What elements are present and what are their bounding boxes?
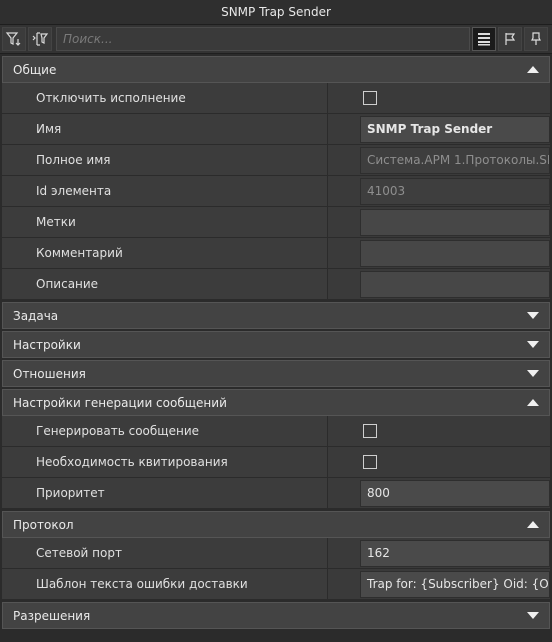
property-label: Отключить исполнение (2, 83, 328, 113)
filter-button[interactable] (2, 27, 26, 51)
property-row-name: Имя SNMP Trap Sender (2, 114, 550, 145)
property-label: Id элемента (2, 176, 328, 206)
section-protocol: Протокол Сетевой порт 162 Шаблон текста … (2, 511, 550, 600)
list-icon (478, 33, 490, 46)
property-label: Описание (2, 269, 328, 299)
chevron-down-icon[interactable] (527, 370, 539, 378)
property-row-description: Описание (2, 269, 550, 300)
generate-message-checkbox[interactable] (363, 424, 377, 438)
search-input[interactable] (56, 27, 470, 51)
property-label: Шаблон текста ошибки доставки (2, 569, 328, 599)
section-header-settings[interactable]: Настройки (2, 331, 550, 358)
section-header-permissions[interactable]: Разрешения (2, 602, 550, 629)
property-label: Приоритет (2, 478, 328, 508)
clear-filter-icon (32, 32, 49, 46)
window-title-bar: SNMP Trap Sender (0, 0, 552, 25)
section-title: Разрешения (13, 608, 91, 623)
pin-button[interactable] (524, 27, 548, 51)
section-settings: Настройки (2, 331, 550, 358)
chevron-down-icon[interactable] (527, 312, 539, 320)
chevron-down-icon[interactable] (527, 612, 539, 620)
section-title: Задача (13, 308, 59, 323)
section-title: Настройки генерации сообщений (13, 395, 227, 410)
section-header-general[interactable]: Общие (2, 56, 550, 83)
comment-field[interactable] (360, 239, 550, 267)
property-row-template: Шаблон текста ошибки доставки Trap for: … (2, 569, 550, 600)
description-field[interactable] (360, 270, 550, 298)
element-id-field: 41003 (360, 177, 550, 205)
property-label: Метки (2, 207, 328, 237)
section-relations: Отношения (2, 360, 550, 387)
section-title: Настройки (13, 337, 81, 352)
pin-icon (531, 32, 541, 45)
tags-field[interactable] (360, 208, 550, 236)
section-header-relations[interactable]: Отношения (2, 360, 550, 387)
flag-button[interactable] (498, 27, 522, 51)
disable-execution-checkbox[interactable] (363, 91, 377, 105)
property-row-fullname: Полное имя Система.АРМ 1.Протоколы.SNMP … (2, 145, 550, 176)
property-label: Сетевой порт (2, 538, 328, 568)
property-row-disable: Отключить исполнение (2, 83, 550, 114)
section-message-generation: Настройки генерации сообщений Генерирова… (2, 389, 550, 509)
fullname-field: Система.АРМ 1.Протоколы.SNMP Trap Sender (360, 146, 550, 174)
network-port-field[interactable]: 162 (360, 539, 550, 567)
filter-icon (5, 32, 21, 46)
section-header-task[interactable]: Задача (2, 302, 550, 329)
delivery-error-template-field[interactable]: Trap for: {Subscriber} Oid: {OidTrap} (360, 570, 550, 598)
flag-icon (505, 33, 516, 45)
list-view-button[interactable] (472, 27, 496, 51)
section-header-message-generation[interactable]: Настройки генерации сообщений (2, 389, 550, 416)
acknowledge-required-checkbox[interactable] (363, 455, 377, 469)
property-row-ack: Необходимость квитирования (2, 447, 550, 478)
property-row-id: Id элемента 41003 (2, 176, 550, 207)
property-label: Имя (2, 114, 328, 144)
chevron-up-icon[interactable] (527, 399, 539, 407)
priority-field[interactable]: 800 (360, 479, 550, 507)
chevron-down-icon[interactable] (527, 341, 539, 349)
window-title: SNMP Trap Sender (221, 5, 331, 19)
name-field[interactable]: SNMP Trap Sender (360, 115, 550, 143)
section-task: Задача (2, 302, 550, 329)
property-row-tags: Метки (2, 207, 550, 238)
property-row-priority: Приоритет 800 (2, 478, 550, 509)
property-label: Необходимость квитирования (2, 447, 328, 477)
section-title: Отношения (13, 366, 86, 381)
reset-filter-button[interactable] (28, 27, 52, 51)
section-general: Общие Отключить исполнение Имя SNMP Trap… (2, 56, 550, 300)
section-title: Протокол (13, 517, 74, 532)
section-header-protocol[interactable]: Протокол (2, 511, 550, 538)
property-label: Комментарий (2, 238, 328, 268)
property-label: Генерировать сообщение (2, 416, 328, 446)
section-permissions: Разрешения (2, 602, 550, 629)
chevron-up-icon[interactable] (527, 66, 539, 74)
property-row-port: Сетевой порт 162 (2, 538, 550, 569)
property-row-generate: Генерировать сообщение (2, 416, 550, 447)
chevron-up-icon[interactable] (527, 521, 539, 529)
toolbar (0, 25, 552, 54)
property-row-comment: Комментарий (2, 238, 550, 269)
section-title: Общие (13, 62, 57, 77)
property-label: Полное имя (2, 145, 328, 175)
